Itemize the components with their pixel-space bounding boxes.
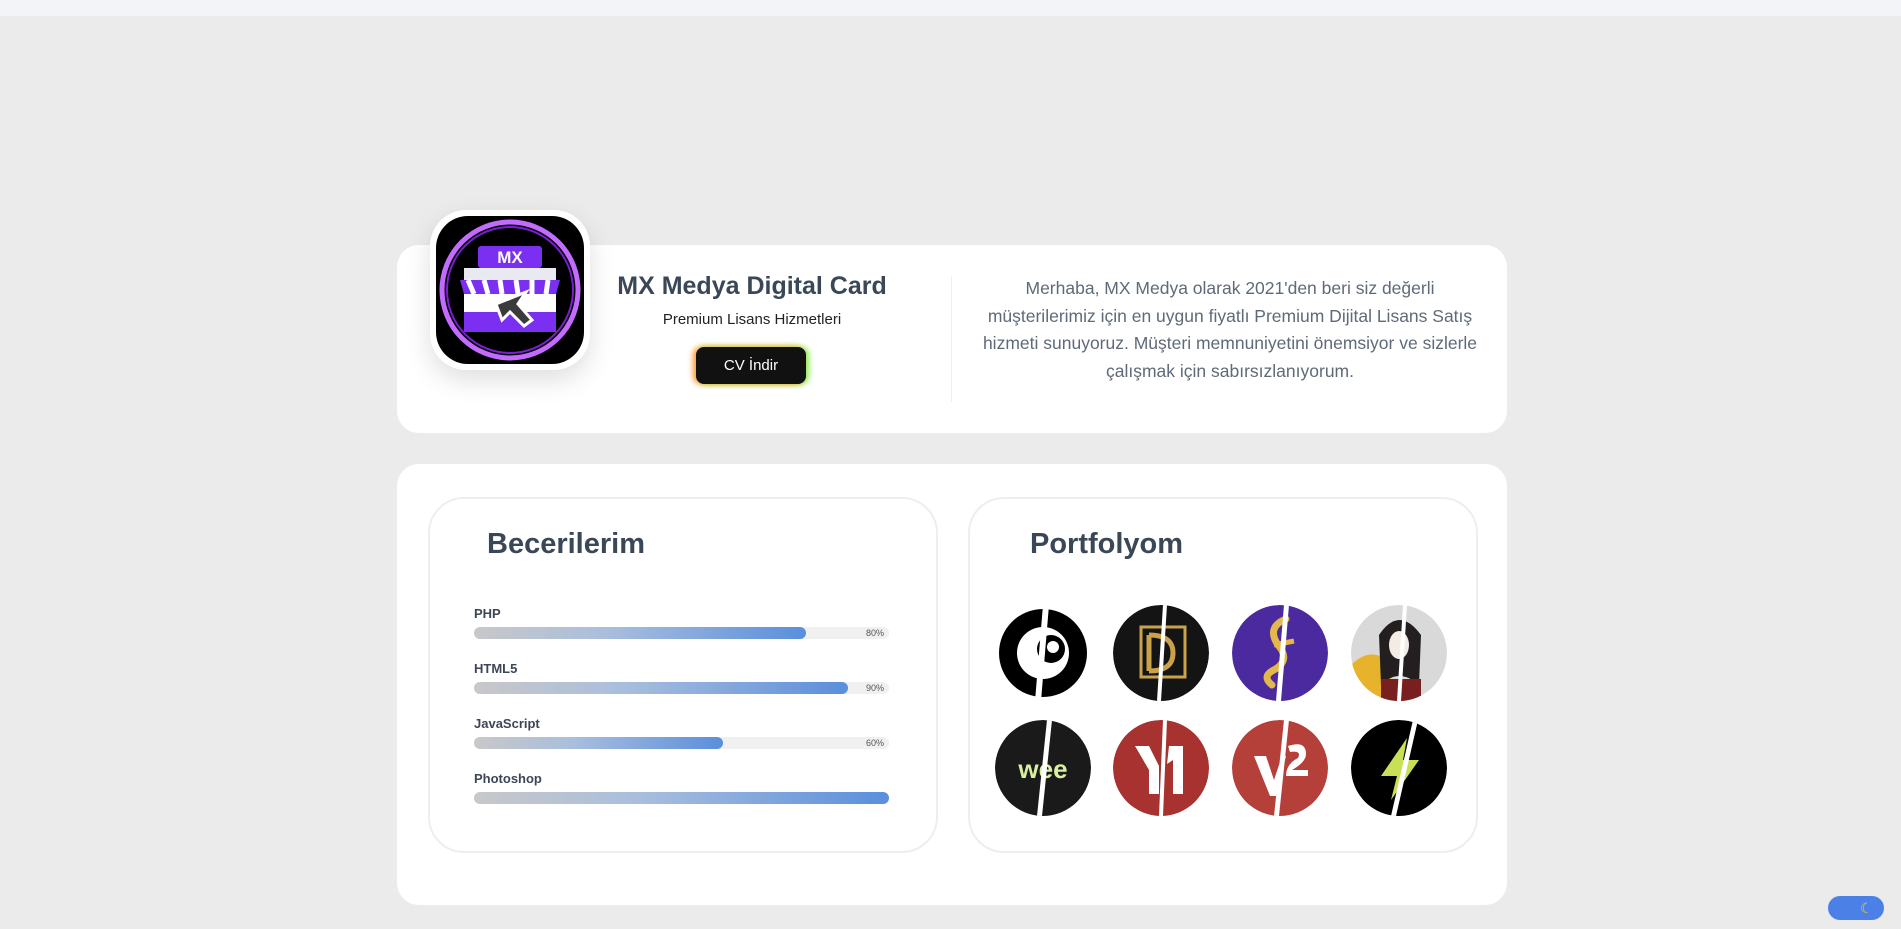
portfolio-item-bolt[interactable] [1351, 720, 1447, 816]
skill-bar-javascript: 60% [474, 737, 889, 749]
skill-percent: 60% [865, 738, 884, 748]
mx-store-logo: MX [436, 216, 584, 364]
skill-fill [474, 737, 723, 749]
logo-text: MX [497, 248, 523, 267]
top-bar [0, 0, 1901, 16]
portfolio-item-v2[interactable] [1232, 720, 1328, 816]
skill-bar-photoshop [474, 792, 889, 804]
intro-text: Merhaba, MX Medya olarak 2021'den beri s… [982, 278, 1478, 381]
skill-name-javascript: JavaScript [474, 716, 540, 731]
portfolio-item-y1[interactable] [1113, 720, 1209, 816]
page-title: MX Medya Digital Card [617, 272, 887, 300]
skill-bar-php: 80% [474, 627, 889, 639]
portfolio-title: Portfolyom [1030, 528, 1184, 560]
moon-icon: ☾ [1860, 900, 1873, 916]
skill-name-html5: HTML5 [474, 661, 518, 676]
skill-bar-html5: 90% [474, 682, 889, 694]
portfolio-item-d-monogram[interactable] [1113, 605, 1209, 701]
skills-title: Becerilerim [487, 528, 645, 560]
portfolio-item-g-note[interactable] [1232, 605, 1328, 701]
skill-percent: 90% [865, 683, 884, 693]
skill-percent: 80% [865, 628, 884, 638]
avatar: MX [430, 210, 590, 370]
skill-fill [474, 627, 806, 639]
skill-name-photoshop: Photoshop [474, 771, 542, 786]
theme-toggle[interactable]: ☾ [1828, 896, 1884, 920]
skill-fill [474, 792, 889, 804]
divider [951, 276, 952, 402]
portfolio-item-wee[interactable]: wee [995, 720, 1091, 816]
skill-fill [474, 682, 848, 694]
page-subtitle: Premium Lisans Hizmetleri [662, 311, 842, 328]
portfolio-item-portrait[interactable] [1351, 605, 1447, 701]
portfolio-item-c-logo[interactable] [995, 605, 1091, 701]
download-cv-button[interactable]: CV İndir [696, 347, 806, 384]
skill-name-php: PHP [474, 606, 501, 621]
